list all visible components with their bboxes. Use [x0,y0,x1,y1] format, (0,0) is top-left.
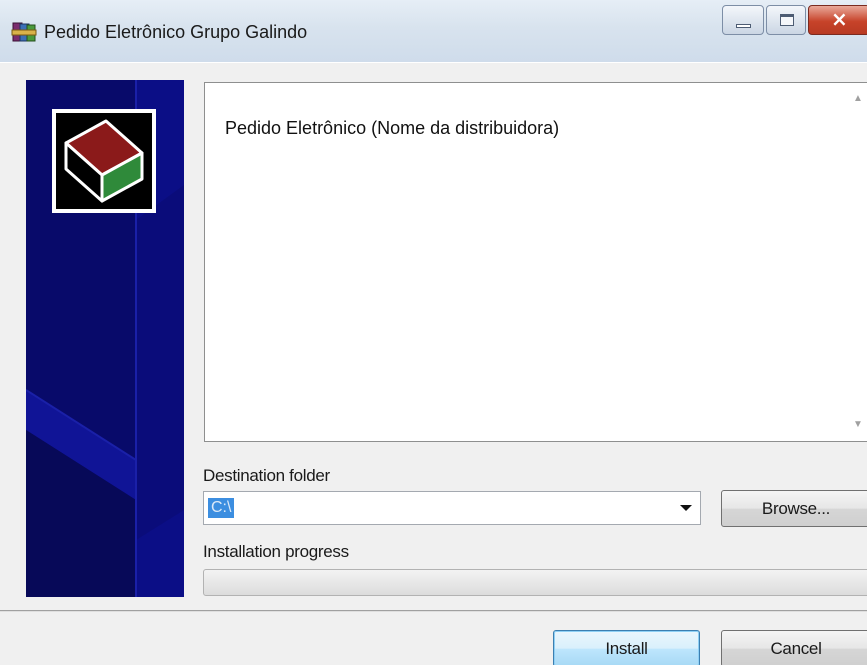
destination-folder-value[interactable]: C:\ [208,498,235,518]
installation-progress-label: Installation progress [203,542,349,561]
window-title: Pedido Eletrônico Grupo Galindo [44,22,308,42]
scroll-up-arrow-icon[interactable]: ▲ [853,93,863,104]
installer-banner [26,80,184,597]
cancel-button[interactable]: Cancel [721,630,867,665]
archive-installer-icon [11,20,37,44]
chevron-down-icon[interactable] [680,505,692,511]
installation-progress-bar [203,569,867,596]
readme-text: Pedido Eletrônico (Nome da distribuidora… [225,118,560,138]
install-button[interactable]: Install [553,630,700,665]
destination-folder-label: Destination folder [203,466,330,485]
installer-window: Pedido Eletrônico Grupo Galindo × Pedido… [0,0,867,665]
maximize-icon [780,14,794,26]
minimize-button[interactable] [722,5,764,35]
readme-textbox[interactable]: Pedido Eletrônico (Nome da distribuidora… [204,82,867,442]
maximize-button[interactable] [766,5,806,35]
scroll-down-arrow-icon[interactable]: ▼ [853,419,863,430]
title-bar[interactable]: Pedido Eletrônico Grupo Galindo × [0,0,867,62]
close-icon: × [831,7,848,31]
close-button[interactable]: × [808,5,867,35]
browse-button[interactable]: Browse... [721,490,867,527]
book-logo-icon [52,109,156,213]
destination-folder-combobox[interactable]: C:\ [203,491,701,525]
minimize-icon [736,24,751,28]
